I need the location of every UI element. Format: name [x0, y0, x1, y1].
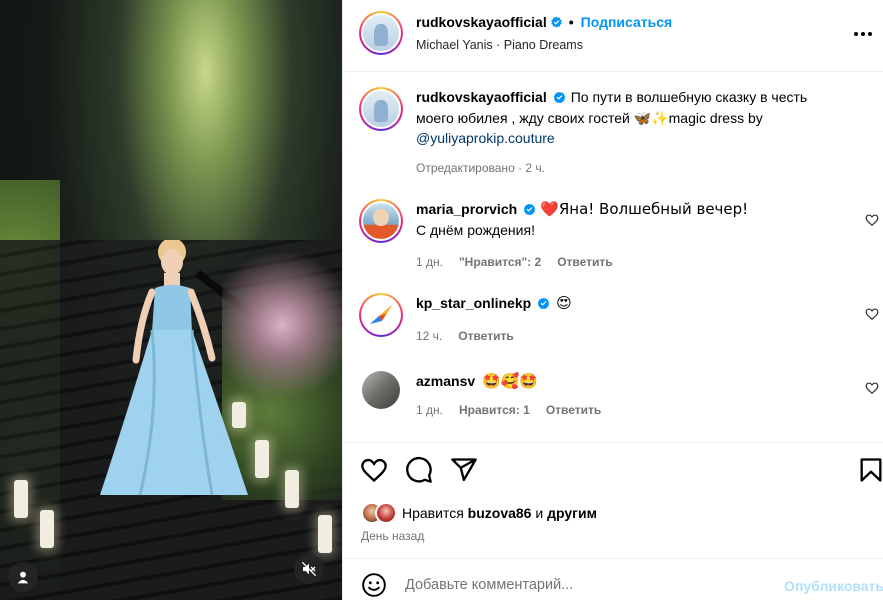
- separator-dot: •: [568, 14, 574, 30]
- post-details-panel: rudkovskayaofficial • Подписаться Michae…: [342, 0, 883, 600]
- comment-text: maria_prorvich ❤️Яна! Волшебный вечер! С …: [416, 199, 836, 240]
- comment-body-line2: С днём рождения!: [416, 221, 535, 238]
- post-media[interactable]: [0, 0, 342, 600]
- likes-conj: и: [535, 505, 544, 521]
- comment-body: 😍: [556, 294, 572, 312]
- comment-text: kp_star_onlinekp 😍: [416, 293, 836, 314]
- edited-timestamp: Отредактировано · 2 ч.: [416, 161, 545, 175]
- comment-time: 1 дн.: [416, 403, 443, 417]
- comment-likes[interactable]: "Нравится": 2: [459, 255, 541, 269]
- candle: [285, 470, 299, 508]
- caption-username[interactable]: rudkovskayaofficial: [416, 89, 547, 105]
- liker-username[interactable]: buzova86: [468, 505, 532, 521]
- heart-icon[interactable]: [360, 456, 388, 484]
- comment-username[interactable]: maria_prorvich: [416, 201, 517, 217]
- comment-meta: 1 дн. "Нравится": 2 Ответить: [416, 255, 613, 269]
- comment-username[interactable]: azmansv: [416, 373, 475, 389]
- send-icon[interactable]: [450, 456, 478, 484]
- candle: [318, 515, 332, 553]
- more-horizontal-icon[interactable]: [849, 22, 877, 46]
- comment-body: ❤️Яна! Волшебный вечер!: [540, 200, 749, 218]
- publish-button[interactable]: Опубликовать: [784, 578, 883, 594]
- author-avatar[interactable]: [359, 87, 403, 131]
- commenter-avatar[interactable]: [362, 371, 400, 409]
- follow-button[interactable]: Подписаться: [581, 14, 673, 30]
- comments-list[interactable]: rudkovskayaofficial По пути в волшебную с…: [343, 72, 883, 442]
- mention-link[interactable]: @yuliyaprokip.couture: [416, 130, 555, 146]
- comment-time: 12 ч.: [416, 329, 443, 343]
- caption-text: rudkovskayaofficial По пути в волшебную с…: [416, 87, 836, 149]
- likes-summary[interactable]: Нравится buzova86 и другим: [361, 502, 597, 524]
- comment-text: azmansv 🤩🥰🤩: [416, 371, 836, 392]
- liker-avatar: [375, 502, 397, 524]
- user-tag-icon[interactable]: [8, 562, 38, 592]
- author-username[interactable]: rudkovskayaofficial: [416, 14, 547, 30]
- candle: [255, 440, 269, 478]
- audio-track[interactable]: Michael Yanis · Piano Dreams: [416, 38, 583, 52]
- comment-username[interactable]: kp_star_onlinekp: [416, 295, 531, 311]
- author-avatar[interactable]: [359, 11, 403, 55]
- candle: [14, 480, 28, 518]
- kp-star-logo-icon: [370, 305, 392, 324]
- comment-time: 1 дн.: [416, 255, 443, 269]
- comment-body: 🤩🥰🤩: [482, 372, 539, 390]
- add-comment-bar: Опубликовать: [343, 558, 883, 600]
- candle: [40, 510, 54, 548]
- speaker-muted-icon[interactable]: [294, 554, 324, 584]
- comment-like-heart-icon[interactable]: [865, 213, 879, 227]
- verified-badge-icon: [553, 92, 565, 103]
- post-actions: Нравится buzova86 и другим День назад: [343, 442, 883, 558]
- comment-meta: 12 ч. Ответить: [416, 329, 514, 343]
- comment-icon[interactable]: [405, 456, 433, 484]
- comment-like-heart-icon[interactable]: [865, 307, 879, 321]
- commenter-avatar[interactable]: [359, 199, 403, 243]
- verified-badge-icon: [550, 16, 562, 28]
- woman-in-blue-dress: [100, 240, 248, 496]
- post-date: День назад: [361, 529, 425, 543]
- post-header: rudkovskayaofficial • Подписаться Michae…: [343, 0, 883, 72]
- bookmark-icon[interactable]: [857, 456, 883, 484]
- verified-badge-icon: [538, 298, 550, 309]
- verified-badge-icon: [524, 204, 536, 215]
- comment-input[interactable]: [405, 573, 765, 597]
- reply-button[interactable]: Ответить: [557, 255, 612, 269]
- comment-like-heart-icon[interactable]: [865, 381, 879, 395]
- reply-button[interactable]: Ответить: [546, 403, 601, 417]
- reply-button[interactable]: Ответить: [458, 329, 513, 343]
- candle: [232, 402, 246, 428]
- likes-prefix: Нравится: [402, 505, 464, 521]
- likes-others[interactable]: другим: [547, 505, 597, 521]
- emoji-icon[interactable]: [361, 572, 387, 598]
- comment-likes[interactable]: Нравится: 1: [459, 403, 530, 417]
- comment-meta: 1 дн. Нравится: 1 Ответить: [416, 403, 601, 417]
- caption-meta: Отредактировано · 2 ч.: [416, 161, 545, 175]
- commenter-avatar[interactable]: [359, 293, 403, 337]
